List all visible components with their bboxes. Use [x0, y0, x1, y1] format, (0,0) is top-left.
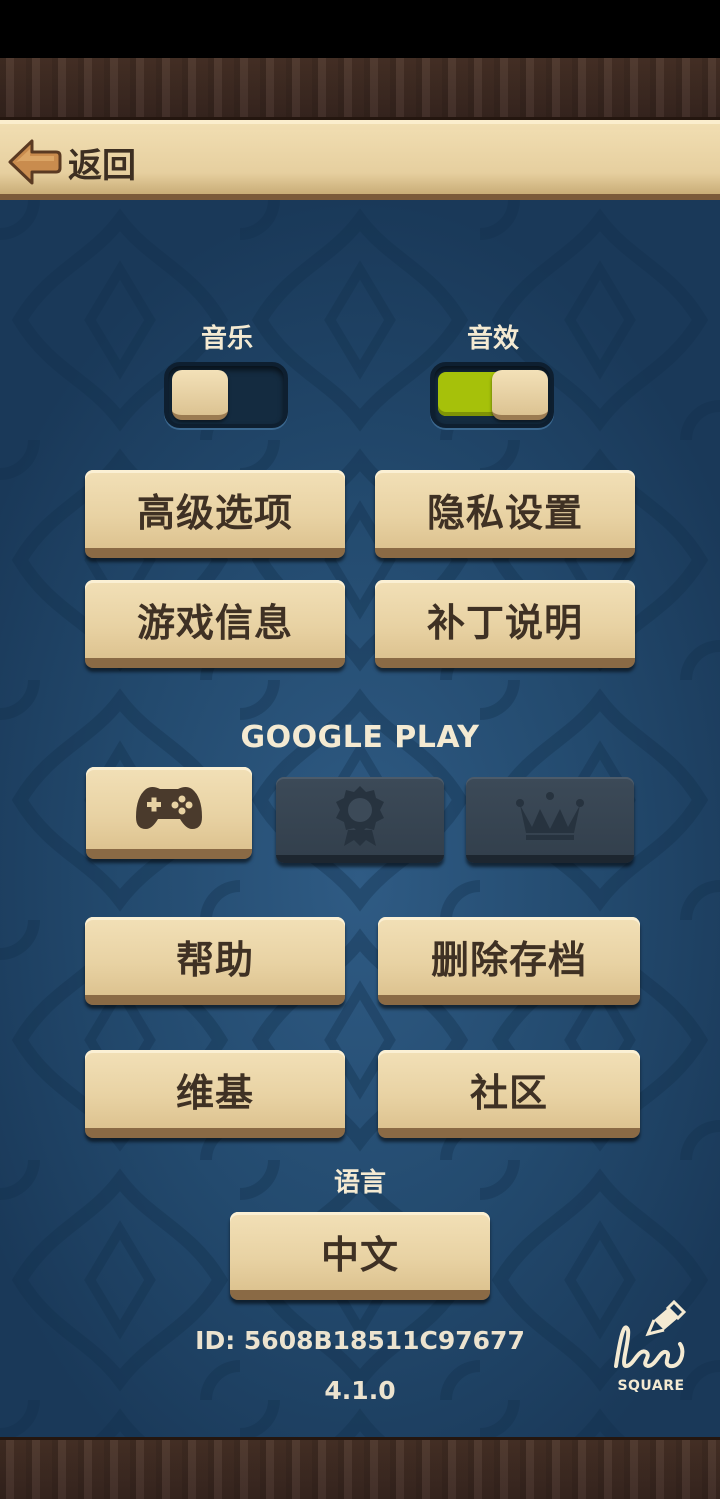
- wood-frame-bottom: [0, 1437, 720, 1499]
- settings-panel: 音乐 音效 高级选项 隐私设置 游戏信息 补丁说明 GOOGLE PLAY 帮助…: [0, 200, 720, 1437]
- achievement-icon: [336, 786, 384, 846]
- back-arrow-icon: [8, 139, 62, 185]
- developer-logo-text: SQUARE: [617, 1378, 685, 1394]
- language-select-button[interactable]: 中文: [230, 1212, 490, 1300]
- sfx-toggle[interactable]: [430, 362, 554, 428]
- advanced-options-button[interactable]: 高级选项: [85, 470, 345, 558]
- game-info-label: 游戏信息: [136, 600, 293, 645]
- privacy-settings-button[interactable]: 隐私设置: [375, 470, 635, 558]
- language-title: 语言: [333, 1168, 386, 1198]
- patch-notes-button[interactable]: 补丁说明: [375, 580, 635, 668]
- wiki-label: 维基: [175, 1070, 254, 1115]
- community-button[interactable]: 社区: [378, 1050, 640, 1138]
- wood-frame-top: [0, 58, 720, 120]
- developer-logo[interactable]: SQUARE: [606, 1299, 696, 1400]
- developer-logo-mark: [614, 1299, 687, 1369]
- sfx-toggle-knob: [492, 370, 548, 420]
- advanced-options-label: 高级选项: [136, 490, 293, 535]
- gamepad-icon: [136, 787, 202, 829]
- back-button[interactable]: 返回: [6, 132, 176, 192]
- back-label: 返回: [68, 145, 136, 186]
- community-label: 社区: [469, 1070, 548, 1115]
- google-play-title: GOOGLE PLAY: [240, 720, 480, 755]
- sfx-label: 音效: [466, 324, 519, 354]
- status-bar: [0, 0, 720, 58]
- delete-save-button[interactable]: 删除存档: [378, 917, 640, 1005]
- language-selected-label: 中文: [320, 1232, 399, 1277]
- leaderboard-crown-icon: [516, 792, 584, 840]
- delete-save-label: 删除存档: [430, 937, 587, 982]
- patch-notes-label: 补丁说明: [426, 600, 583, 645]
- game-info-button[interactable]: 游戏信息: [85, 580, 345, 668]
- help-label: 帮助: [175, 937, 254, 982]
- header-bar: 返回: [0, 120, 720, 200]
- music-toggle-knob: [172, 370, 228, 420]
- help-button[interactable]: 帮助: [85, 917, 345, 1005]
- google-play-games-button[interactable]: [86, 767, 252, 859]
- google-play-achievements-button[interactable]: [276, 777, 444, 863]
- google-play-leaderboard-button[interactable]: [466, 777, 634, 863]
- music-toggle[interactable]: [164, 362, 288, 428]
- music-label: 音乐: [200, 324, 253, 354]
- privacy-settings-label: 隐私设置: [426, 490, 583, 535]
- wiki-button[interactable]: 维基: [85, 1050, 345, 1138]
